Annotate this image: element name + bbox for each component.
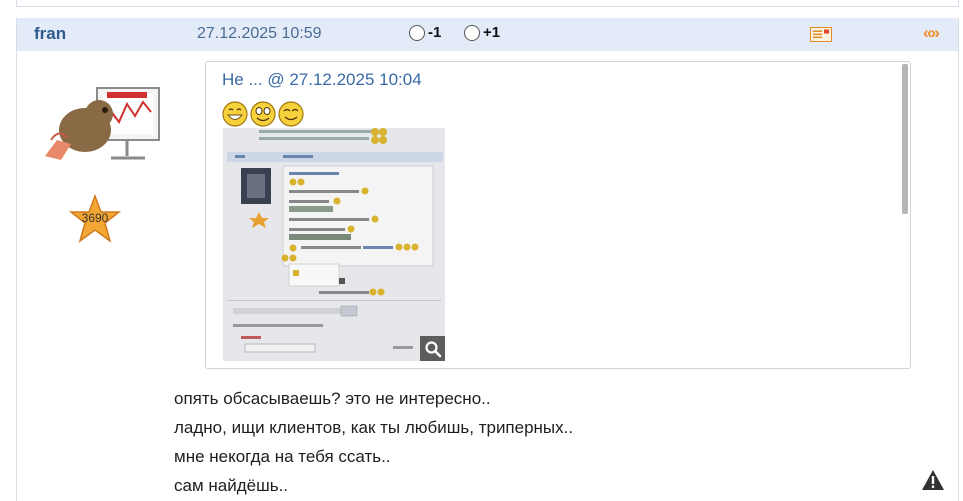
warning-icon[interactable] [921, 469, 945, 491]
vote-plus-label: +1 [483, 24, 501, 41]
previous-post-edge [16, 0, 959, 7]
smiley-icons [222, 101, 304, 127]
user-rating: 3690 [81, 211, 109, 225]
vote-minus-radio[interactable] [409, 24, 425, 41]
message-line: сам найдёшь.. [174, 476, 289, 495]
vote-minus-option[interactable]: -1 [409, 24, 441, 41]
vote-plus-option[interactable]: +1 [464, 24, 500, 41]
post-date[interactable]: 27.12.2025 10:59 [197, 25, 322, 43]
business-card-icon[interactable] [810, 27, 832, 42]
quoted-screenshot-image[interactable] [223, 128, 445, 361]
quote-icon[interactable]: «» [923, 23, 940, 43]
message-line: ладно, ищи клиентов, как ты любишь, трип… [174, 418, 574, 437]
screenshot-thumbnail [223, 128, 445, 361]
post-message: опять обсасываешь? это не интересно.. ла… [174, 384, 874, 500]
post-header: fran 27.12.2025 10:59 -1 +1 «» [17, 18, 958, 51]
forum-post: fran 27.12.2025 10:59 -1 +1 «» 3690 Не .… [16, 18, 959, 501]
message-line: опять обсасываешь? это не интересно.. [174, 389, 491, 408]
post-author[interactable]: fran [34, 24, 66, 44]
quote-scrollbar[interactable] [902, 64, 908, 214]
message-line: мне некогда на тебя ссать.. [174, 447, 391, 466]
vote-minus-label: -1 [428, 24, 442, 41]
zoom-button[interactable] [420, 336, 445, 361]
user-avatar[interactable] [37, 84, 161, 164]
magnifier-icon [424, 340, 441, 357]
quote-block: Не ... @ 27.12.2025 10:04 [205, 61, 911, 369]
quote-title[interactable]: Не ... @ 27.12.2025 10:04 [222, 70, 422, 90]
vote-plus-radio[interactable] [464, 24, 480, 41]
